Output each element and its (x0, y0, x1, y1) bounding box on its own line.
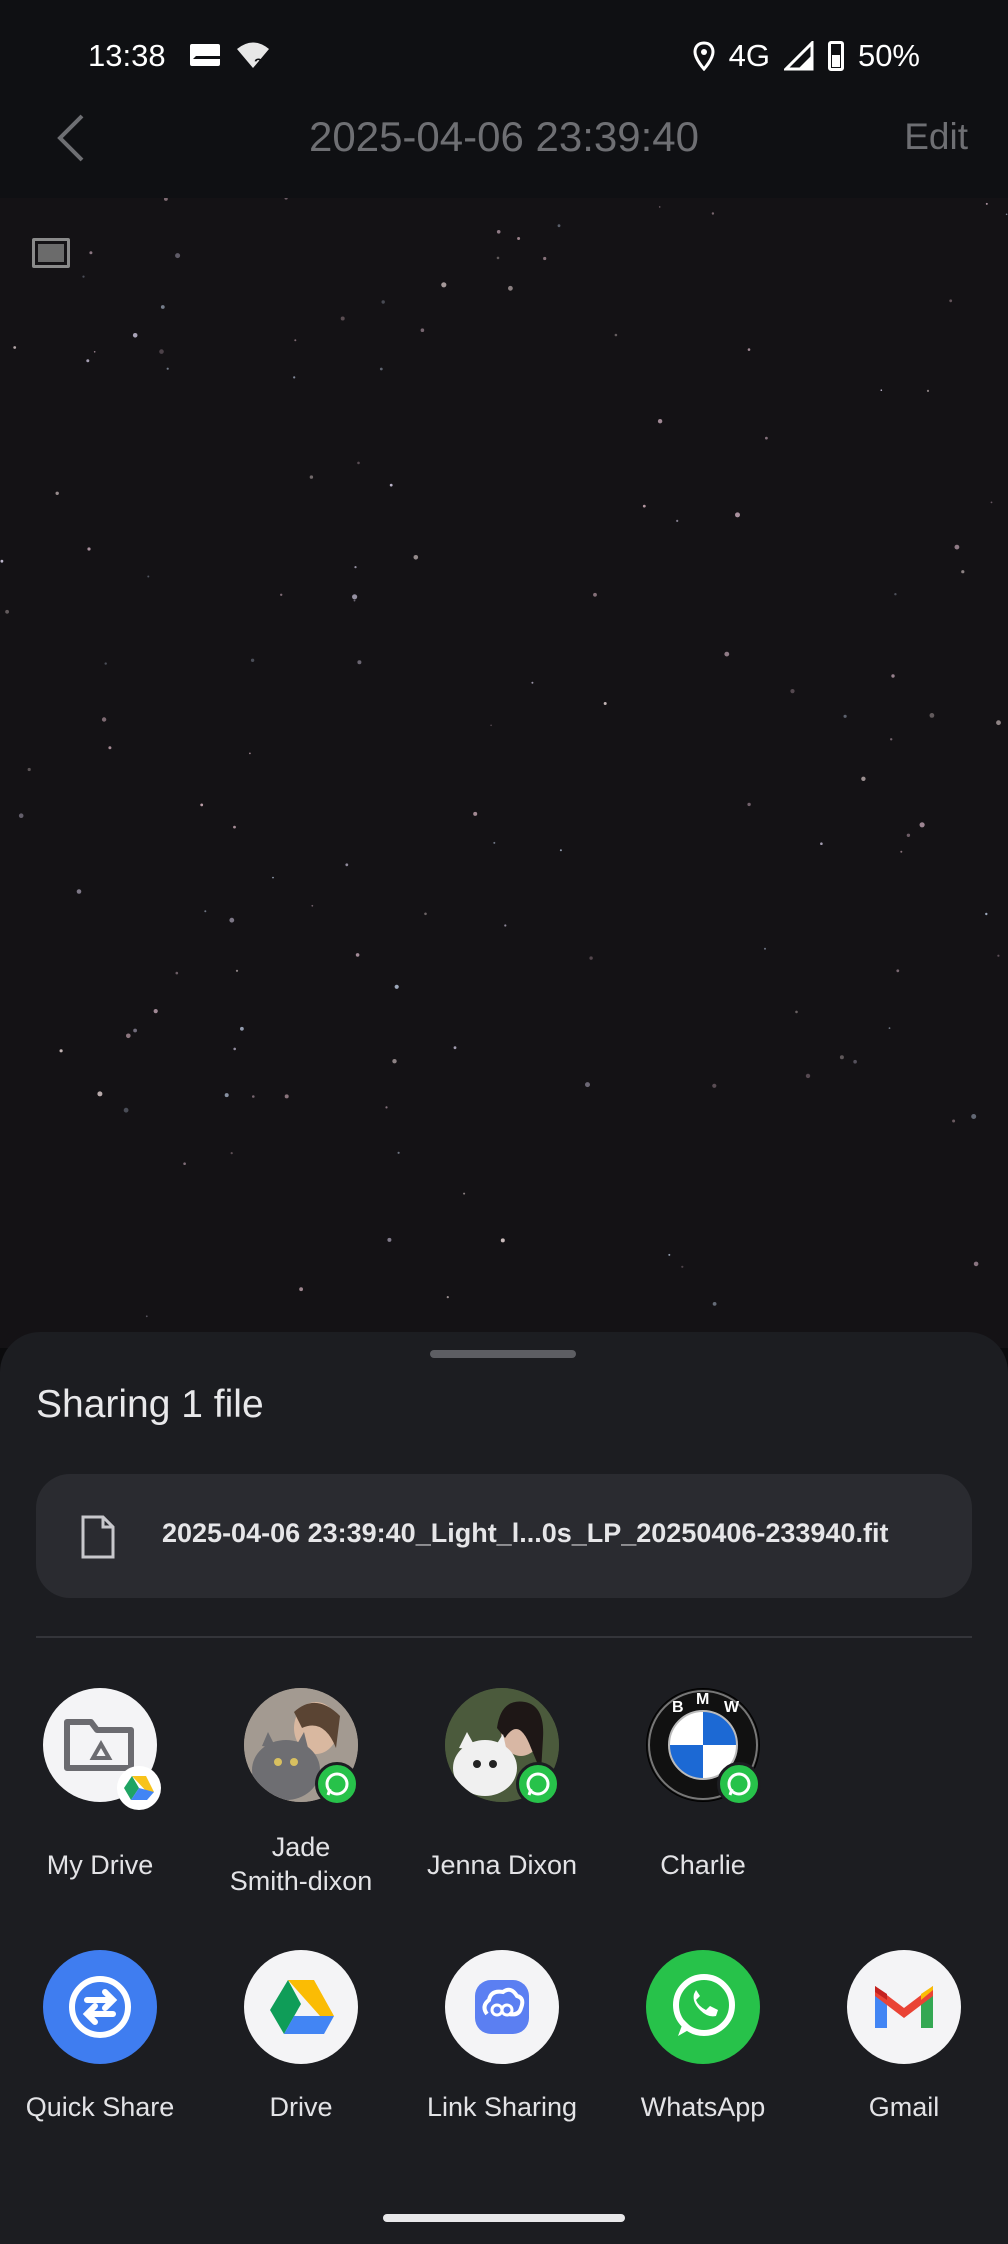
status-right: 4G 50% (693, 36, 920, 76)
wifi-icon: ? (237, 42, 269, 70)
gmail-icon (847, 1950, 961, 2064)
whatsapp-icon (646, 1950, 760, 2064)
app-label: Drive (269, 2092, 333, 2122)
whatsapp-badge-icon (315, 1762, 359, 1806)
edit-button[interactable]: Edit (904, 116, 968, 158)
file-name: 2025-04-06 23:39:40_Light_l...0s_LP_2025… (162, 1518, 889, 1548)
drive-badge-icon (117, 1766, 161, 1810)
app-label: Gmail (868, 2092, 940, 2122)
status-bar: 13:38 ? 4G 50% (0, 0, 1008, 112)
star-field (0, 198, 1008, 1339)
quick-share-icon (43, 1950, 157, 2064)
signal-icon (783, 41, 814, 71)
app-label: WhatsApp (640, 2092, 766, 2122)
svg-text:W: W (724, 1699, 740, 1716)
app-link-sharing[interactable]: Link Sharing (402, 1950, 602, 2126)
status-time: 13:38 (88, 38, 166, 73)
link-sharing-icon (445, 1950, 559, 2064)
svg-text:?: ? (254, 55, 263, 70)
app-quick-share[interactable]: Quick Share (0, 1950, 200, 2126)
star-field-photo[interactable] (0, 198, 1008, 1348)
location-icon (693, 41, 715, 71)
divider (36, 1636, 972, 1638)
drive-icon (244, 1950, 358, 2064)
svg-text:B: B (672, 1699, 684, 1716)
battery-percent: 50% (857, 38, 920, 73)
share-target-jenna[interactable]: Jenna Dixon (402, 1688, 602, 1898)
share-target-label: Jade Smith-dixon (229, 1832, 373, 1896)
app-gmail[interactable]: Gmail (804, 1950, 1004, 2126)
whatsapp-badge-icon (717, 1762, 761, 1806)
mail-icon (190, 44, 220, 66)
svg-text:M: M (696, 1691, 709, 1708)
share-target-jade[interactable]: Jade Smith-dixon (201, 1688, 401, 1898)
share-target-label: Jenna Dixon (426, 1850, 578, 1880)
photo-title: 2025-04-06 23:39:40 (309, 113, 699, 160)
share-target-label: Charlie (660, 1850, 746, 1880)
whatsapp-badge-icon (516, 1762, 560, 1806)
app-whatsapp[interactable]: WhatsApp (603, 1950, 803, 2126)
battery-icon (827, 41, 844, 71)
share-target-charlie[interactable]: B M W Charlie (603, 1688, 803, 1898)
file-icon (81, 1515, 115, 1559)
share-target-label: My Drive (46, 1850, 154, 1880)
share-target-my-drive[interactable]: My Drive (0, 1688, 200, 1898)
app-drive[interactable]: Drive (201, 1950, 401, 2126)
app-label: Link Sharing (426, 2092, 578, 2122)
home-indicator[interactable] (383, 2214, 625, 2222)
frame-icon[interactable] (32, 238, 70, 268)
network-type: 4G (728, 38, 770, 73)
drag-handle[interactable] (430, 1350, 576, 1358)
sheet-title: Sharing 1 file (36, 1383, 264, 1426)
app-label: Quick Share (25, 2092, 175, 2122)
